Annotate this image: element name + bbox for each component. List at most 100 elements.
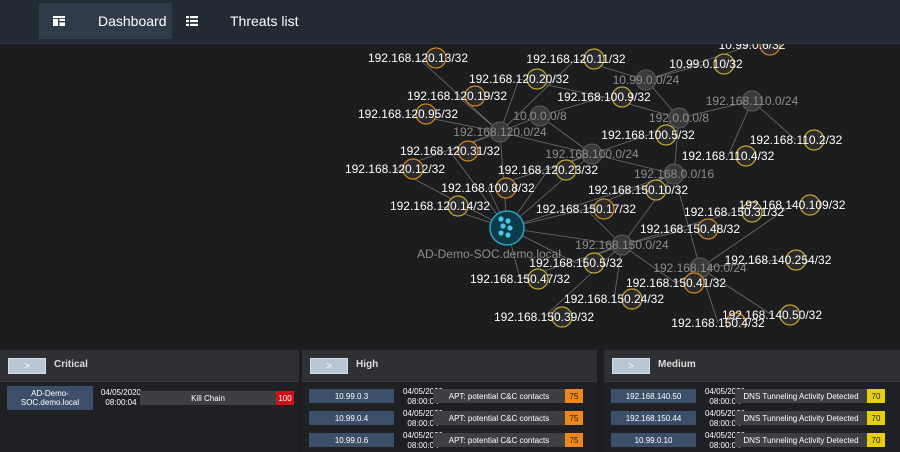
ip-node[interactable]: 192.168.150.17/32 — [536, 198, 636, 220]
medium-row[interactable]: 192.168.140.50 04/05/2020 08:00:04 DNS Tunn… — [604, 387, 900, 407]
ip-node[interactable]: 192.168.150.41/32 — [626, 272, 726, 294]
high-row-threat[interactable]: APT: potential C&C contacts — [433, 411, 565, 425]
medium-row-ip[interactable]: 192.168.140.50 — [611, 389, 696, 403]
high-row-ip[interactable]: 10.99.0.4 — [309, 411, 394, 425]
ip-node[interactable]: 192.168.120.23/32 — [498, 159, 598, 181]
node-label: 10.99.0.10/32 — [669, 57, 743, 71]
high-panel: > High 10.99.0.3 04/05/2020 08:00:04 APT: p… — [302, 350, 597, 452]
critical-row-host[interactable]: AD-Demo-SOC.demo.local — [7, 386, 93, 410]
critical-row-score: 100 — [276, 391, 294, 405]
node-label: 192.168.120.14/32 — [390, 199, 490, 213]
ip-node[interactable]: 192.168.100.9/32 — [557, 86, 651, 108]
high-row-threat[interactable]: APT: potential C&C contacts — [433, 433, 565, 447]
node-label: 192.168.0.0/16 — [634, 167, 714, 181]
ip-node[interactable]: 192.168.150.47/32 — [470, 268, 570, 290]
node-label: 192.168.150.39/32 — [494, 310, 594, 324]
medium-row-score: 70 — [867, 411, 885, 425]
ip-node[interactable]: 192.168.100.5/32 — [601, 124, 695, 146]
node-label: 192.168.150.10/32 — [588, 183, 688, 197]
medium-row[interactable]: 10.99.0.10 04/05/2020 08:00:04 DNS Tunnelin… — [604, 431, 900, 451]
node-label: 192.168.110.0/24 — [706, 94, 799, 108]
medium-row[interactable]: 192.168.150.44 04/05/2020 08:00:04 DNS Tunn… — [604, 409, 900, 429]
ip-node[interactable]: 192.168.120.31/32 — [400, 140, 500, 162]
node-label: 192.168.150.47/32 — [470, 272, 570, 286]
ip-node[interactable]: 192.168.150.48/32 — [640, 218, 740, 240]
ip-node[interactable]: 192.168.120.14/32 — [390, 195, 490, 217]
high-row[interactable]: 10.99.0.3 04/05/2020 08:00:04 APT: potentia… — [302, 387, 597, 407]
high-row-score: 75 — [565, 411, 583, 425]
subnet-node[interactable]: 192.168.0.0/16 — [634, 163, 714, 185]
medium-row-ip[interactable]: 10.99.0.10 — [611, 433, 696, 447]
critical-row[interactable]: AD-Demo-SOC.demo.local 04/05/2020 08:00:… — [0, 386, 299, 410]
critical-panel-title: Critical — [54, 359, 88, 370]
node-label: 192.168.140.254/32 — [725, 253, 832, 267]
node-label: 192.168.120.19/32 — [407, 89, 507, 103]
high-row-ip[interactable]: 10.99.0.3 — [309, 389, 394, 403]
nav-threats-list[interactable]: Threats list — [172, 3, 312, 39]
ip-node[interactable]: 192.168.150.39/32 — [494, 306, 594, 328]
node-label: 192.168.120.11/32 — [526, 52, 626, 66]
ip-node[interactable]: 192.168.120.13/32 — [368, 47, 468, 69]
node-label: 192.168.140.109/32 — [739, 198, 846, 212]
medium-panel-header: > Medium — [604, 350, 900, 382]
node-label: 192.168.150.0/24 — [575, 238, 669, 252]
network-graph[interactable]: 192.168.120.13/32 192.168.120.11/32 10.99.… — [0, 44, 900, 328]
node-label: 192.168.120.0/24 — [453, 125, 547, 139]
ip-node[interactable]: 192.168.110.2/32 — [750, 129, 843, 151]
node-label: 192.168.150.24/32 — [564, 292, 664, 306]
medium-row-threat[interactable]: DNS Tunneling Activity Detected — [735, 433, 867, 447]
ip-node[interactable]: 192.168.110.4/32 — [682, 145, 775, 167]
subnet-node[interactable]: 192.0.0.0/8 — [649, 107, 709, 129]
subnet-node[interactable]: 192.168.100.0/24 — [545, 143, 639, 165]
node-label: 192.168.110.2/32 — [750, 133, 843, 147]
critical-panel-header: > Critical — [0, 350, 299, 382]
node-label: 192.168.100.5/32 — [601, 128, 695, 142]
top-navbar: Dashboard Threats list — [0, 0, 900, 44]
critical-panel: > Critical AD-Demo-SOC.demo.local 04/05/… — [0, 350, 299, 452]
list-icon — [186, 16, 198, 26]
critical-row-threat[interactable]: Kill Chain — [140, 391, 276, 405]
medium-row-ip[interactable]: 192.168.150.44 — [611, 411, 696, 425]
high-row[interactable]: 10.99.0.4 04/05/2020 08:00:04 APT: potentia… — [302, 409, 597, 429]
high-row[interactable]: 10.99.0.6 04/05/2020 08:00:04 APT: potentia… — [302, 431, 597, 451]
network-graph-canvas[interactable]: 192.168.120.13/32 192.168.120.11/32 10.99.… — [0, 44, 900, 328]
subnet-node[interactable]: 192.168.150.0/24 — [575, 234, 669, 256]
host-node-circle[interactable] — [489, 210, 525, 246]
nav-dashboard[interactable]: Dashboard — [39, 3, 172, 39]
ip-node[interactable]: 192.168.120.11/32 — [526, 48, 626, 70]
ip-node[interactable]: 192.168.120.12/32 — [345, 158, 445, 180]
nav-dashboard-label: Dashboard — [98, 13, 167, 29]
medium-row-threat[interactable]: DNS Tunneling Activity Detected — [735, 389, 867, 403]
medium-toggle-button[interactable]: > — [612, 358, 650, 374]
node-label: 192.168.120.20/32 — [469, 72, 569, 86]
ip-node[interactable]: 192.168.150.24/32 — [564, 288, 664, 310]
high-panel-header: > High — [302, 350, 597, 382]
high-toggle-button[interactable]: > — [310, 358, 348, 374]
ip-node[interactable]: 192.168.120.19/32 — [407, 85, 507, 107]
chevron-right-icon: > — [24, 360, 30, 372]
subnet-node[interactable]: 10.0.0.0/8 — [513, 105, 567, 127]
ip-node[interactable]: 192.168.120.20/32 — [469, 68, 569, 90]
high-row-ip[interactable]: 10.99.0.6 — [309, 433, 394, 447]
node-label: 192.168.110.4/32 — [682, 149, 775, 163]
node-label: 192.168.150.17/32 — [536, 202, 636, 216]
subnet-node[interactable]: 192.168.120.0/24 — [453, 121, 547, 143]
high-row-score: 75 — [565, 389, 583, 403]
medium-row-threat[interactable]: DNS Tunneling Activity Detected — [735, 411, 867, 425]
high-panel-title: High — [356, 359, 379, 370]
node-label: 192.168.100.8/32 — [441, 181, 535, 195]
critical-toggle-button[interactable]: > — [8, 358, 46, 374]
node-label: 192.168.100.0/24 — [545, 147, 639, 161]
node-label: 10.99.0.0/24 — [613, 73, 680, 87]
ip-node[interactable]: 10.99.0.6/32 — [719, 44, 786, 56]
subnet-node[interactable]: 192.168.110.0/24 — [706, 90, 799, 112]
medium-row-score: 70 — [867, 433, 885, 447]
medium-panel: > Medium 192.168.140.50 04/05/2020 08:00:0… — [604, 350, 900, 452]
host-node-label: AD-Demo-SOC.demo.local — [417, 247, 561, 261]
node-label: 192.168.100.9/32 — [557, 90, 651, 104]
node-label: 192.168.120.12/32 — [345, 162, 445, 176]
high-row-threat[interactable]: APT: potential C&C contacts — [433, 389, 565, 403]
ip-node[interactable]: 192.168.100.8/32 — [441, 177, 535, 199]
high-row-score: 75 — [565, 433, 583, 447]
node-label: 192.168.150.48/32 — [640, 222, 740, 236]
